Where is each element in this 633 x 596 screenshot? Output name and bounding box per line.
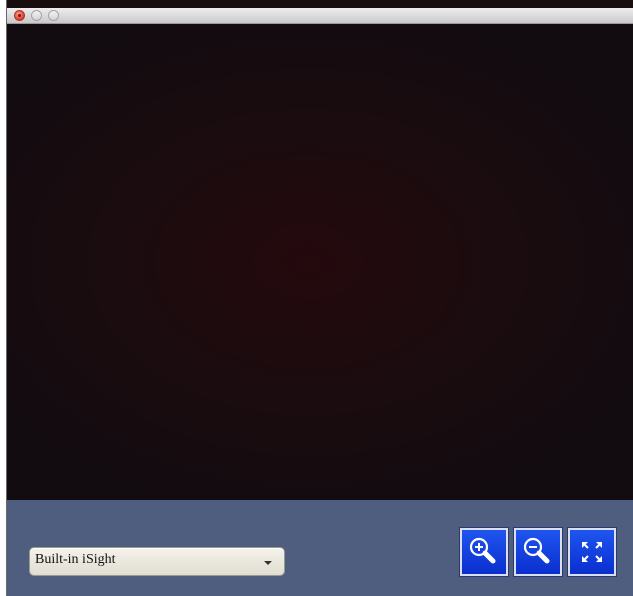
zoom-in-icon (469, 537, 496, 564)
camera-source-label: Built-in iSight (35, 552, 116, 567)
fullscreen-button[interactable] (568, 528, 616, 576)
zoom-window-button[interactable] (48, 10, 59, 21)
zoom-in-button[interactable] (460, 528, 508, 576)
camera-toolbar: Built-in iSight (7, 500, 633, 596)
camera-video-preview (7, 24, 633, 500)
fullscreen-icon (582, 542, 602, 562)
camera-source-select[interactable]: Built-in iSight (29, 547, 285, 576)
camera-window: Built-in iSight (6, 0, 633, 596)
zoom-out-icon (523, 537, 550, 564)
zoom-out-button[interactable] (514, 528, 562, 576)
close-window-button[interactable] (14, 10, 25, 21)
chevron-down-icon (264, 561, 272, 565)
minimize-window-button[interactable] (31, 10, 42, 21)
title-bar (7, 8, 633, 24)
